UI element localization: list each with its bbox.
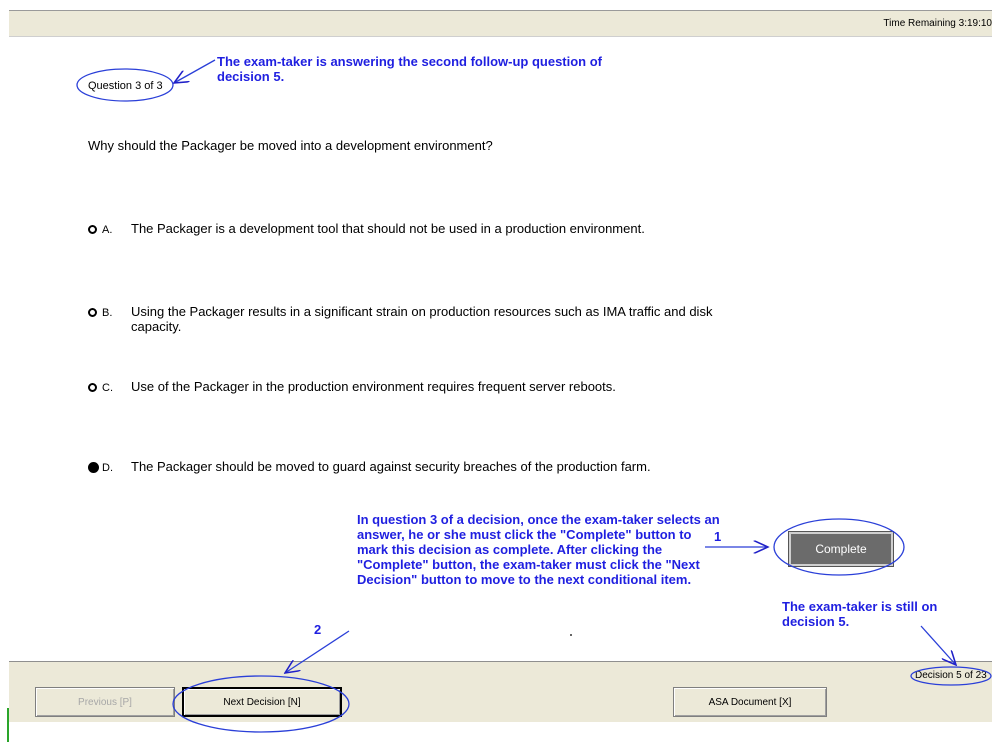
annotation-step-2: 2 (314, 622, 322, 637)
window-left-edge (0, 0, 9, 742)
option-b-letter: B. (102, 307, 113, 319)
top-status-bar: Time Remaining 3:19:10 (9, 10, 992, 37)
arrow-to-decision-counter (920, 625, 956, 665)
option-d-text: The Packager should be moved to guard ag… (131, 459, 651, 474)
radio-option-d-selected[interactable] (88, 462, 99, 473)
time-remaining: Time Remaining 3:19:10 (883, 18, 992, 29)
annotation-step-1: 1 (714, 529, 722, 544)
option-d-letter: D. (102, 462, 113, 474)
option-a-text: The Packager is a development tool that … (131, 221, 645, 236)
radio-option-b[interactable] (88, 308, 97, 317)
complete-button[interactable]: Complete (789, 532, 893, 566)
option-b-text: Using the Packager results in a signific… (131, 304, 713, 334)
stray-dot (570, 634, 572, 636)
next-decision-button[interactable]: Next Decision [N] (182, 687, 342, 717)
annotation-overlay (76, 59, 992, 733)
arrow-to-question-counter (174, 59, 216, 83)
radio-option-c[interactable] (88, 383, 97, 392)
radio-option-a[interactable] (88, 225, 97, 234)
annotation-middle-note: In question 3 of a decision, once the ex… (357, 512, 720, 587)
option-c-letter: C. (102, 382, 113, 394)
option-a-letter: A. (102, 224, 113, 236)
annotation-top-note: The exam-taker is answering the second f… (217, 54, 603, 84)
question-counter: Question 3 of 3 (88, 80, 163, 92)
annotation-right-note: The exam-taker is still on decision 5. (782, 599, 938, 629)
asa-document-button[interactable]: ASA Document [X] (673, 687, 827, 717)
question-text: Why should the Packager be moved into a … (88, 138, 493, 153)
previous-button[interactable]: Previous [P] (35, 687, 175, 717)
option-c-text: Use of the Packager in the production en… (131, 379, 616, 394)
decision-counter: Decision 5 of 23 (915, 670, 987, 681)
